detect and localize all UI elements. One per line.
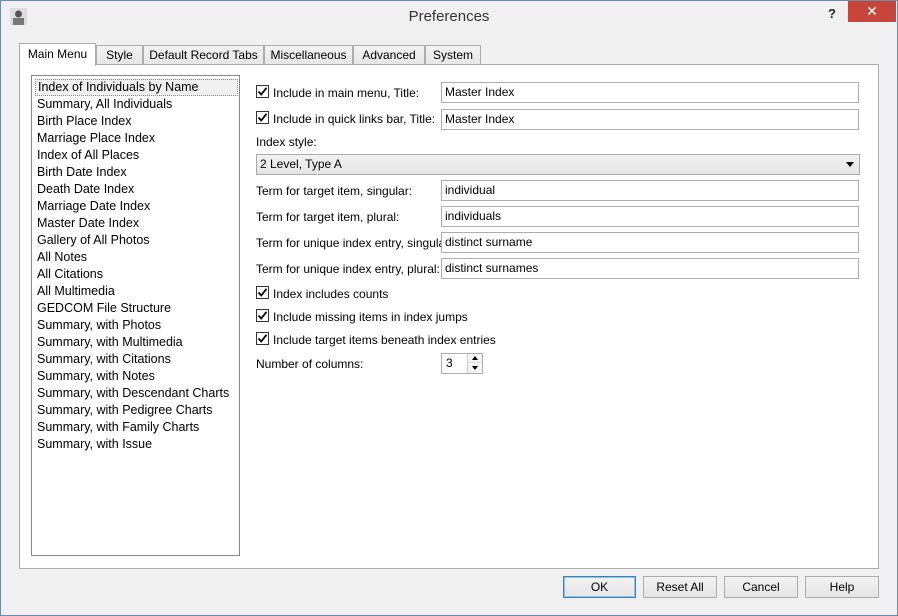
main-menu-panel: Index of Individuals by Name Summary, All…	[19, 64, 879, 569]
missing-items-label: Include missing items in index jumps	[273, 310, 468, 324]
list-item[interactable]: Master Date Index	[35, 215, 238, 232]
checkmark-icon	[257, 113, 268, 122]
tab-default-record-tabs[interactable]: Default Record Tabs	[143, 45, 264, 65]
tab-system[interactable]: System	[425, 45, 481, 65]
tab-main-menu[interactable]: Main Menu	[19, 43, 96, 66]
list-item[interactable]: Summary, with Pedigree Charts	[35, 402, 238, 419]
main-menu-label: Include in main menu, Title:	[273, 86, 420, 100]
tab-advanced[interactable]: Advanced	[353, 45, 425, 65]
list-item[interactable]: All Notes	[35, 249, 238, 266]
counts-label: Index includes counts	[273, 287, 389, 301]
unique-plural-label: Term for unique index entry, plural:	[256, 262, 440, 276]
list-item[interactable]: Birth Date Index	[35, 164, 238, 181]
list-item[interactable]: Summary, with Family Charts	[35, 419, 238, 436]
dropdown-arrow-icon	[846, 162, 854, 167]
stepper-buttons	[467, 354, 482, 373]
index-style-label: Index style:	[256, 135, 317, 149]
quick-links-checkbox[interactable]	[256, 111, 269, 124]
columns-value: 3	[446, 356, 453, 370]
term-singular-label: Term for target item, singular:	[256, 184, 413, 198]
window-title: Preferences	[408, 8, 490, 25]
tab-miscellaneous[interactable]: Miscellaneous	[264, 45, 353, 65]
list-item[interactable]: All Multimedia	[35, 283, 238, 300]
reset-all-button[interactable]: Reset All	[643, 576, 717, 598]
index-style-select[interactable]: 2 Level, Type A	[256, 154, 860, 175]
list-item[interactable]: Summary, with Photos	[35, 317, 238, 334]
unique-singular-input[interactable]: distinct surname	[441, 232, 859, 253]
columns-stepper[interactable]: 3	[441, 353, 483, 374]
list-item[interactable]: All Citations	[35, 266, 238, 283]
title-help-button[interactable]: ?	[819, 4, 845, 24]
ok-button[interactable]: OK	[563, 576, 636, 598]
title-bar[interactable]: Preferences ? ✕	[1, 1, 897, 32]
list-item[interactable]: Summary, with Descendant Charts	[35, 385, 238, 402]
list-item[interactable]: Summary, with Multimedia	[35, 334, 238, 351]
list-item[interactable]: Index of Individuals by Name	[35, 79, 238, 96]
term-plural-label: Term for target item, plural:	[256, 210, 400, 224]
stepper-up-icon[interactable]	[468, 354, 482, 363]
main-menu-title-input[interactable]: Master Index	[441, 82, 859, 103]
checkmark-icon	[257, 311, 268, 320]
list-item[interactable]: Summary, with Citations	[35, 351, 238, 368]
list-item[interactable]: Summary, with Notes	[35, 368, 238, 385]
close-button[interactable]: ✕	[848, 1, 896, 22]
stepper-down-icon[interactable]	[468, 364, 482, 373]
preferences-window: Preferences ? ✕ Main Menu Style Default …	[0, 0, 898, 616]
checkmark-icon	[257, 334, 268, 343]
tab-style[interactable]: Style	[96, 45, 143, 65]
list-item[interactable]: Marriage Place Index	[35, 130, 238, 147]
quick-links-label: Include in quick links bar, Title:	[273, 112, 436, 126]
unique-singular-label: Term for unique index entry, singular:	[256, 236, 453, 250]
term-singular-input[interactable]: individual	[441, 180, 859, 201]
unique-plural-input[interactable]: distinct surnames	[441, 258, 859, 279]
list-item[interactable]: Summary, with Issue	[35, 436, 238, 453]
help-button[interactable]: Help	[805, 576, 879, 598]
list-item[interactable]: Summary, All Individuals	[35, 96, 238, 113]
list-item[interactable]: Gallery of All Photos	[35, 232, 238, 249]
list-item[interactable]: GEDCOM File Structure	[35, 300, 238, 317]
main-menu-checkbox[interactable]	[256, 85, 269, 98]
list-item[interactable]: Birth Place Index	[35, 113, 238, 130]
checkmark-icon	[257, 87, 268, 96]
counts-checkbox[interactable]	[256, 286, 269, 299]
beneath-items-checkbox[interactable]	[256, 332, 269, 345]
quick-links-title-input[interactable]: Master Index	[441, 109, 859, 130]
list-item[interactable]: Death Date Index	[35, 181, 238, 198]
beneath-items-label: Include target items beneath index entri…	[273, 333, 496, 347]
checkmark-icon	[257, 288, 268, 297]
missing-items-checkbox[interactable]	[256, 309, 269, 322]
cancel-button[interactable]: Cancel	[724, 576, 798, 598]
index-style-value: 2 Level, Type A	[260, 157, 342, 171]
list-item[interactable]: Index of All Places	[35, 147, 238, 164]
columns-label: Number of columns:	[256, 357, 364, 371]
list-item[interactable]: Marriage Date Index	[35, 198, 238, 215]
term-plural-input[interactable]: individuals	[441, 206, 859, 227]
menu-items-list[interactable]: Index of Individuals by Name Summary, All…	[31, 75, 240, 556]
